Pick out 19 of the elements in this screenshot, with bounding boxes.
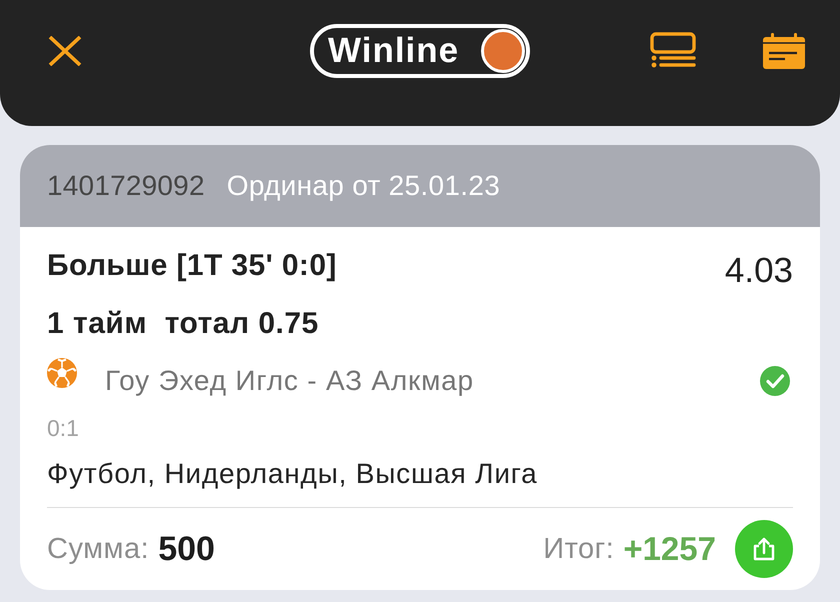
stake-value: 500 <box>158 529 215 569</box>
league-text: Футбол, Нидерланды, Высшая Лига <box>47 457 539 491</box>
score-text: 0:1 <box>47 414 80 443</box>
bet-title: Ординар от 25.01.23 <box>226 170 500 202</box>
share-icon <box>753 537 775 561</box>
logo-dot-icon <box>481 29 525 73</box>
selection-text: Больше [1Т 35' 0:0] <box>47 248 337 284</box>
odds-value: 4.03 <box>724 251 793 291</box>
stake-label: Сумма: <box>47 532 150 567</box>
calendar-icon[interactable] <box>763 33 805 69</box>
close-icon[interactable] <box>48 36 82 66</box>
soccer-ball-icon <box>47 358 77 388</box>
event-name: Гоу Эхед Иглс - АЗ Алкмар <box>105 364 475 398</box>
market-text: 1 тайм тотал 0.75 <box>47 306 320 342</box>
logo-text: Winline <box>328 31 460 71</box>
bet-id: 1401729092 <box>47 170 205 202</box>
result-value: +1257 <box>623 529 716 569</box>
monitor-list-icon[interactable] <box>650 32 696 70</box>
result-label: Итог: <box>543 532 614 567</box>
